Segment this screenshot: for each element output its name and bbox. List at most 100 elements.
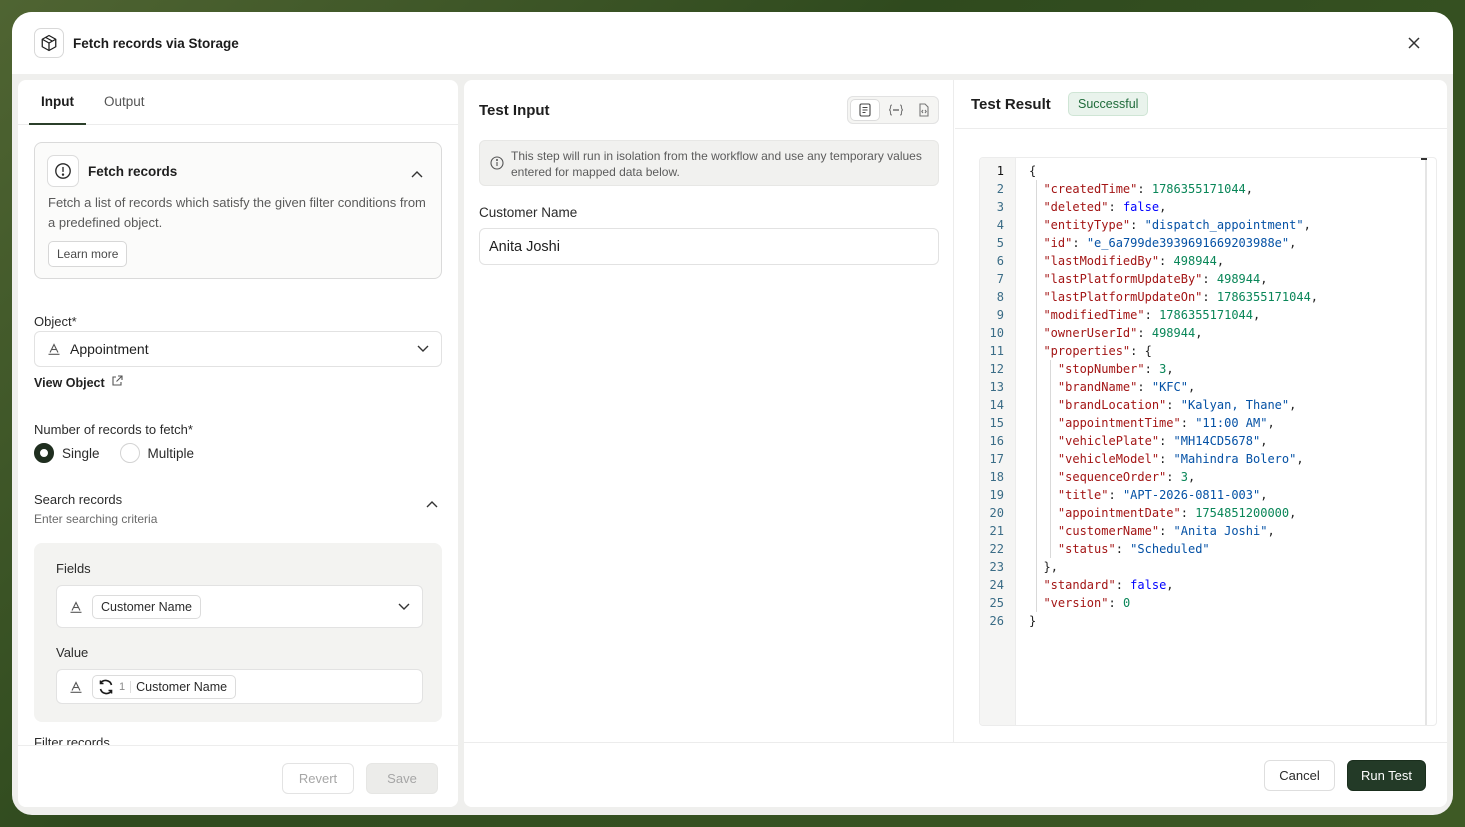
line-number: 19 (989, 488, 1004, 502)
code-line: 2 "createdTime": 1786355171044, (980, 180, 1436, 198)
code-line: 11 "properties": { (980, 342, 1436, 360)
line-number: 24 (989, 578, 1004, 592)
close-icon[interactable] (1405, 34, 1423, 52)
code-line: 8 "lastPlatformUpdateOn": 1786355171044, (980, 288, 1436, 306)
code-line: 21 "customerName": "Anita Joshi", (980, 522, 1436, 540)
code-text: "title": "APT-2026-0811-003", (1057, 488, 1268, 502)
code-file-icon[interactable] (910, 97, 938, 123)
code-text: "createdTime": 1786355171044, (1043, 182, 1253, 196)
radio-single[interactable] (34, 443, 54, 463)
code-text: "brandName": "KFC", (1057, 380, 1196, 394)
test-result-title: Test Result (971, 96, 1051, 113)
info-card: Fetch records Fetch a list of records wh… (34, 142, 442, 279)
left-footer: Revert Save (18, 745, 458, 807)
code-line: 1{ (980, 162, 1436, 180)
info-card-description: Fetch a list of records which satisfy th… (48, 195, 426, 230)
code-text: "status": "Scheduled" (1057, 542, 1210, 556)
run-test-button[interactable]: Run Test (1347, 760, 1426, 791)
chevron-up-icon[interactable] (426, 495, 438, 513)
value-input[interactable]: 1 Customer Name (56, 669, 423, 704)
chevron-down-icon (417, 345, 429, 353)
info-icon (490, 156, 504, 174)
code-line: 18 "sequenceOrder": 3, (980, 468, 1436, 486)
radio-multiple-label[interactable]: Multiple (148, 446, 195, 461)
text-type-icon (69, 600, 83, 613)
configuration-scroll-area[interactable]: Fetch records Fetch a list of records wh… (18, 125, 458, 745)
code-line: 6 "lastModifiedBy": 498944, (980, 252, 1436, 270)
code-text: "entityType": "dispatch_appointment", (1043, 218, 1311, 232)
view-object-label: View Object (34, 375, 105, 390)
code-line: 3 "deleted": false, (980, 198, 1436, 216)
code-text: "lastPlatformUpdateBy": 498944, (1043, 272, 1268, 286)
code-line: 19 "title": "APT-2026-0811-003", (980, 486, 1436, 504)
object-select-value: Appointment (70, 341, 149, 357)
code-text: "customerName": "Anita Joshi", (1057, 524, 1275, 538)
line-number: 3 (996, 200, 1004, 214)
code-line: 10 "ownerUserId": 498944, (980, 324, 1436, 342)
revert-button[interactable]: Revert (282, 763, 354, 794)
text-type-icon (47, 343, 61, 355)
line-number: 23 (989, 560, 1004, 574)
input-mode-toggle (847, 96, 939, 124)
line-number: 13 (989, 380, 1004, 394)
mapped-value-chip: 1 Customer Name (92, 674, 237, 699)
field-chip: Customer Name (92, 594, 201, 619)
line-number: 8 (996, 290, 1004, 304)
code-text: "brandLocation": "Kalyan, Thane", (1057, 398, 1297, 412)
right-footer: Cancel Run Test (464, 742, 1447, 807)
mapped-value-label: Customer Name (136, 679, 228, 694)
package-icon (34, 28, 64, 58)
indent-guide (1036, 180, 1037, 612)
radio-multiple[interactable] (119, 443, 140, 463)
fields-label: Fields (56, 561, 91, 576)
line-number: 22 (989, 542, 1004, 556)
save-button[interactable]: Save (366, 763, 438, 794)
code-text: } (1029, 614, 1037, 628)
line-number: 26 (989, 614, 1004, 628)
line-number: 20 (989, 506, 1004, 520)
code-line: 23 }, (980, 558, 1436, 576)
info-card-title: Fetch records (88, 164, 178, 179)
tab-output[interactable]: Output (92, 80, 157, 124)
code-text: "id": "e_6a799de3939691669203988e", (1043, 236, 1297, 250)
radio-single-label[interactable]: Single (62, 446, 100, 461)
line-number: 17 (989, 452, 1004, 466)
json-mode-icon[interactable] (882, 97, 910, 123)
chevron-down-icon (398, 603, 410, 611)
code-text: { (1029, 164, 1037, 178)
mapped-step-number: 1 (119, 680, 132, 693)
search-records-subtitle: Enter searching criteria (34, 512, 158, 526)
customer-name-label: Customer Name (479, 205, 578, 220)
line-number: 21 (989, 524, 1004, 538)
line-number: 12 (989, 362, 1004, 376)
line-number: 1 (996, 164, 1004, 178)
field-select[interactable]: Customer Name (56, 585, 423, 628)
code-line: 22 "status": "Scheduled" (980, 540, 1436, 558)
code-text: "deleted": false, (1043, 200, 1167, 214)
tab-input[interactable]: Input (29, 80, 86, 125)
form-mode-icon[interactable] (850, 99, 880, 121)
line-number: 9 (996, 308, 1004, 322)
status-badge: Successful (1068, 92, 1149, 116)
cancel-button[interactable]: Cancel (1264, 760, 1335, 791)
learn-more-button[interactable]: Learn more (48, 241, 128, 267)
line-number: 11 (989, 344, 1004, 358)
code-line: 26} (980, 612, 1436, 630)
object-select[interactable]: Appointment (34, 331, 442, 367)
test-panel: Test Input This step will run in isolati… (464, 80, 1447, 807)
code-line: 4 "entityType": "dispatch_appointment", (980, 216, 1436, 234)
external-link-icon (111, 375, 123, 390)
json-result-viewer[interactable]: 1{2 "createdTime": 1786355171044, 3 "dele… (979, 157, 1437, 726)
line-number: 16 (989, 434, 1004, 448)
chevron-up-icon[interactable] (411, 165, 423, 183)
code-text: "properties": { (1043, 344, 1152, 358)
code-text: "modifiedTime": 1786355171044, (1043, 308, 1261, 322)
test-input-title: Test Input (479, 102, 550, 119)
code-line: 7 "lastPlatformUpdateBy": 498944, (980, 270, 1436, 288)
code-text: "lastPlatformUpdateOn": 1786355171044, (1043, 290, 1319, 304)
customer-name-input[interactable] (479, 228, 939, 265)
line-number: 5 (996, 236, 1004, 250)
code-text: "vehiclePlate": "MH14CD5678", (1057, 434, 1268, 448)
view-object-link[interactable]: View Object (34, 375, 123, 390)
code-line: 20 "appointmentDate": 1754851200000, (980, 504, 1436, 522)
